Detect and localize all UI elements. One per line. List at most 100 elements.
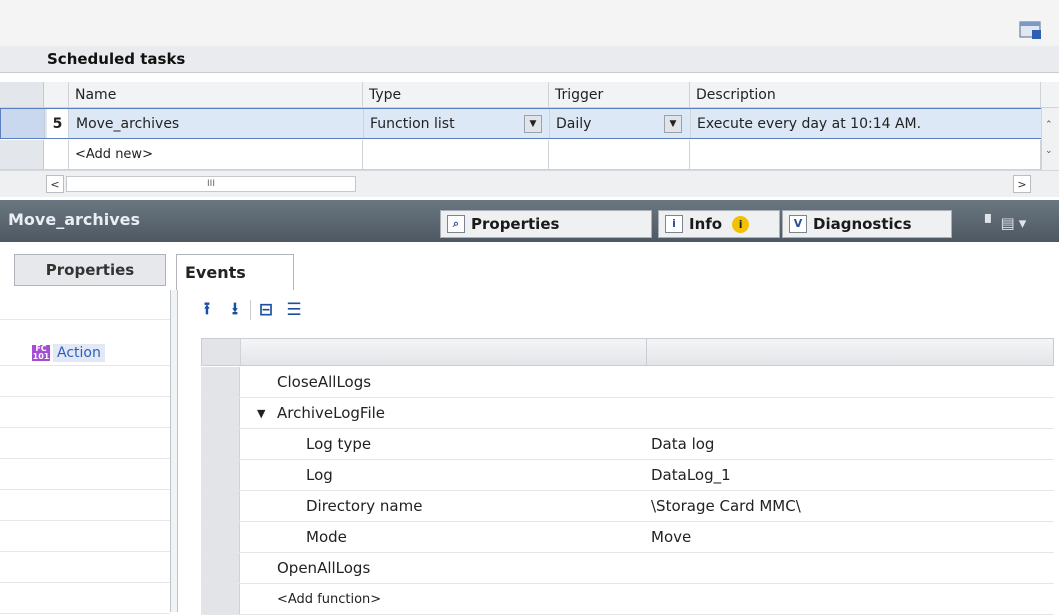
row-gutter	[201, 491, 240, 521]
scroll-left-button[interactable]: <	[46, 175, 64, 193]
parameter-name: Log	[306, 466, 333, 484]
list-row	[0, 489, 170, 521]
menu-list-icon[interactable]: ▤	[1001, 214, 1019, 232]
list-row	[0, 582, 170, 614]
top-toolbar	[0, 0, 1059, 46]
scroll-thumb[interactable]: III	[66, 176, 356, 192]
list-indent-icon[interactable]: ☰	[283, 299, 305, 321]
tab-info[interactable]: i Info i	[658, 210, 780, 238]
left-panel	[0, 248, 176, 614]
empty-cell	[363, 140, 549, 169]
horizontal-scrollbar[interactable]: < III >	[0, 170, 1059, 197]
list-row	[0, 365, 170, 397]
split-view-icon[interactable]	[1019, 20, 1043, 40]
row-header-corner	[0, 82, 44, 107]
toolbar-separator	[250, 300, 251, 320]
tab-properties[interactable]: Properties	[14, 254, 166, 286]
header-divider	[646, 339, 647, 365]
header-gutter	[202, 339, 241, 365]
table-row[interactable]: ▼ ArchiveLogFile	[201, 398, 1054, 429]
event-function-name[interactable]: CloseAllLogs	[277, 367, 371, 397]
column-header-name[interactable]: Name	[69, 82, 363, 107]
add-function-label[interactable]: <Add function>	[277, 584, 381, 614]
tab-properties-label: Properties	[471, 215, 560, 233]
expand-all-icon[interactable]: ⊟	[255, 299, 277, 321]
empty-cell	[549, 140, 690, 169]
sidebar-item-action[interactable]: FC 101 Action	[32, 342, 105, 364]
list-row	[0, 396, 170, 428]
event-function-name[interactable]: ArchiveLogFile	[277, 398, 385, 428]
task-number: 5	[47, 109, 69, 138]
vertical-scrollbar[interactable]: ⌃ ⌄	[1041, 108, 1059, 170]
parameter-value[interactable]: \Storage Card MMC\	[651, 491, 801, 521]
scroll-down-icon[interactable]: ⌄	[1045, 146, 1053, 156]
trigger-dropdown-button[interactable]: ▼	[664, 115, 682, 133]
column-header-trigger[interactable]: Trigger	[549, 82, 690, 107]
header-spacer	[44, 82, 69, 107]
list-row	[0, 427, 170, 459]
tab-diagnostics-label: Diagnostics	[813, 215, 912, 233]
column-header-type[interactable]: Type	[363, 82, 549, 107]
function-icon: FC 101	[32, 344, 50, 361]
move-down-icon[interactable]: ⭳	[224, 299, 246, 321]
tab-info-label: Info	[689, 215, 723, 233]
row-header[interactable]	[1, 109, 45, 138]
diagnostics-icon: V	[789, 215, 807, 233]
row-gutter	[201, 398, 240, 428]
task-trigger-value: Daily	[556, 115, 592, 132]
scheduled-tasks-title: Scheduled tasks	[47, 50, 186, 68]
sidebar-item-label: Action	[53, 344, 105, 362]
scroll-up-icon[interactable]: ⌃	[1045, 120, 1053, 130]
column-header-description[interactable]: Description	[690, 82, 1041, 107]
row-spacer	[44, 140, 69, 169]
tab-events[interactable]: Events	[176, 254, 294, 290]
add-new-label[interactable]: <Add new>	[69, 140, 363, 169]
add-new-row[interactable]: <Add new>	[0, 140, 1059, 170]
expand-arrow-icon[interactable]: ▼	[257, 398, 265, 428]
inspector-object-title: Move_archives	[8, 210, 141, 229]
row-gutter	[201, 429, 240, 459]
table-row[interactable]: Mode Move	[201, 522, 1054, 553]
task-description-cell[interactable]: Execute every day at 10:14 AM.	[691, 109, 1042, 138]
restore-icon[interactable]: ▘	[985, 214, 1001, 232]
panel-divider[interactable]	[170, 290, 178, 612]
row-gutter	[201, 553, 240, 583]
tab-properties-inspector[interactable]: ⌕ Properties	[440, 210, 652, 238]
parameter-value[interactable]: Move	[651, 522, 691, 552]
row-gutter	[201, 460, 240, 490]
info-tab-icon: i	[665, 215, 683, 233]
row-gutter	[201, 367, 240, 397]
table-row[interactable]: CloseAllLogs	[201, 367, 1054, 398]
row-header	[0, 140, 44, 169]
parameter-name: Directory name	[306, 497, 423, 515]
move-up-icon[interactable]: ⭱	[196, 299, 218, 321]
table-header-row: Name Type Trigger Description	[0, 82, 1059, 108]
events-table-header	[201, 338, 1054, 366]
scroll-right-button[interactable]: >	[1013, 175, 1031, 193]
list-row	[0, 288, 170, 320]
task-name-cell[interactable]: Move_archives	[70, 109, 364, 138]
event-function-name[interactable]: OpenAllLogs	[277, 553, 370, 583]
table-row[interactable]: Directory name \Storage Card MMC\	[201, 491, 1054, 522]
row-gutter	[201, 522, 240, 552]
task-trigger-cell[interactable]: Daily ▼	[550, 109, 691, 138]
properties-icon: ⌕	[447, 215, 465, 233]
window-controls[interactable]: ▘▤▾	[985, 214, 1030, 232]
type-dropdown-button[interactable]: ▼	[524, 115, 542, 133]
events-toolbar: ⭱ ⭳ ⊟ ☰	[196, 296, 311, 324]
task-type-cell[interactable]: Function list ▼	[364, 109, 550, 138]
table-row[interactable]: 5 Move_archives Function list ▼ Daily ▼ …	[0, 108, 1059, 139]
parameter-name: Log type	[306, 435, 372, 453]
table-row[interactable]: <Add function>	[201, 584, 1054, 615]
list-row	[0, 520, 170, 552]
table-row[interactable]: Log type Data log	[201, 429, 1054, 460]
task-type-value: Function list	[370, 115, 455, 132]
tab-diagnostics[interactable]: V Diagnostics	[782, 210, 952, 238]
chevron-down-icon[interactable]: ▾	[1019, 214, 1031, 232]
row-gutter	[201, 584, 240, 614]
list-row	[0, 551, 170, 583]
parameter-value[interactable]: Data log	[651, 429, 714, 459]
parameter-value[interactable]: DataLog_1	[651, 460, 731, 490]
table-row[interactable]: Log DataLog_1	[201, 460, 1054, 491]
table-row[interactable]: OpenAllLogs	[201, 553, 1054, 584]
